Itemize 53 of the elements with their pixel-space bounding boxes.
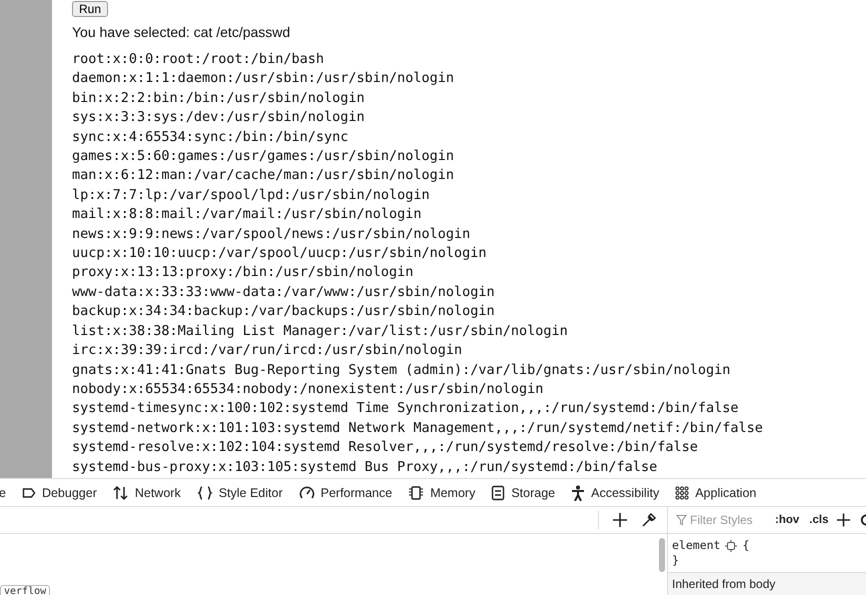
add-rule-icon[interactable] <box>837 513 851 527</box>
braces-icon <box>196 484 213 500</box>
filter-icon <box>676 514 687 526</box>
chip-icon <box>408 484 424 500</box>
devtools-tab[interactable]: Style Editor <box>188 484 291 500</box>
network-icon <box>112 484 129 500</box>
run-button[interactable]: Run <box>72 1 108 17</box>
rule-selector: element <box>672 538 720 553</box>
add-icon[interactable] <box>613 513 627 527</box>
output-line: news:x:9:9:news:/var/spool/news:/usr/sbin/nologin <box>72 224 472 244</box>
gauge-icon <box>298 484 315 500</box>
output-line: systemd-network:x:101:103:systemd Network Management,,,:/run/systemd/netif:/bin/false <box>72 418 764 438</box>
output-line: backup:x:34:34:backup:/var/backups:/usr/sbin/nologin <box>72 302 496 322</box>
output-line: man:x:6:12:man:/var/cache/man:/usr/sbin/nologin <box>72 166 456 186</box>
output-line: gnats:x:41:41:Gnats Bug-Reporting System (admin):/var/lib/gnats:/usr/sbin/nologin <box>72 360 732 380</box>
output-line: systemd-resolve:x:102:104:systemd Resolver,,,:/run/systemd/resolve:/bin/false <box>72 438 699 458</box>
devtools-tab[interactable]: Accessibility <box>563 484 668 500</box>
target-icon[interactable] <box>725 540 738 552</box>
devtools-tab[interactable]: Application <box>667 486 764 500</box>
output-line: root:x:0:0:root:/root:/bin/bash <box>72 50 325 69</box>
output-line: systemd-timesync:x:100:102:systemd Time Synchronization,,,:/run/systemd:/bin/false <box>72 399 740 418</box>
output-line: irc:x:39:39:ircd:/var/run/ircd:/usr/sbin/nologin <box>72 341 464 360</box>
output-line: sync:x:4:65534:sync:/bin:/bin/sync <box>72 128 350 147</box>
output-line: systemd-bus-proxy:x:103:105:systemd Bus Proxy,,,:/run/systemd:/bin/false <box>72 458 658 477</box>
output-line: list:x:38:38:Mailing List Manager:/var/list:/usr/sbin/nologin <box>72 322 569 341</box>
output-line: nobody:x:65534:65534:nobody:/nonexistent:/usr/sbin/nologin <box>72 380 544 399</box>
devtools-tab[interactable]: Network <box>104 484 189 500</box>
open-brace: { <box>742 538 750 553</box>
devtools-tab[interactable]: Performance <box>290 484 400 500</box>
class-toggle[interactable]: .cls <box>808 514 830 526</box>
inherited-header: Inherited from body <box>668 573 866 595</box>
scrollbar-thumb[interactable] <box>659 538 665 572</box>
output-line: sys:x:3:3:sys:/dev:/usr/sbin/nologin <box>72 108 366 128</box>
output-line: bin:x:2:2:bin:/bin:/usr/sbin/nologin <box>72 88 366 108</box>
output-line: lp:x:7:7:lp:/var/spool/lpd:/usr/sbin/nologin <box>72 186 431 205</box>
output-line: uucp:x:10:10:uucp:/var/spool/uucp:/usr/sbin/nologin <box>72 244 488 264</box>
hover-toggle[interactable]: :hov <box>774 514 800 526</box>
output-line: daemon:x:1:1:daemon:/usr/sbin:/usr/sbin/nologin <box>72 69 456 88</box>
grid-icon <box>675 486 690 500</box>
selection-message: You have selected: cat /etc/passwd <box>72 24 292 40</box>
devtools-tab[interactable]: Debugger <box>14 486 105 500</box>
debugger-icon <box>22 486 36 500</box>
devtools-tab[interactable]: Memory <box>400 484 484 500</box>
output-line: www-data:x:33:33:www-data:/var/www:/usr/sbin/nologin <box>72 282 496 302</box>
close-brace: } <box>672 553 679 568</box>
output-line: mail:x:8:8:mail:/var/mail:/usr/sbin/nologin <box>72 205 422 224</box>
eyedropper-icon[interactable] <box>641 512 657 528</box>
devtools-tab[interactable]: Storage <box>483 484 564 500</box>
markup-badge[interactable]: verflow <box>0 585 50 595</box>
output-line: games:x:5:60:games:/usr/games:/usr/sbin/nologin <box>72 147 456 166</box>
storage-icon <box>491 484 506 500</box>
accessibility-icon <box>571 484 586 500</box>
output-line: proxy:x:13:13:proxy:/bin:/usr/sbin/nologin <box>72 263 414 282</box>
